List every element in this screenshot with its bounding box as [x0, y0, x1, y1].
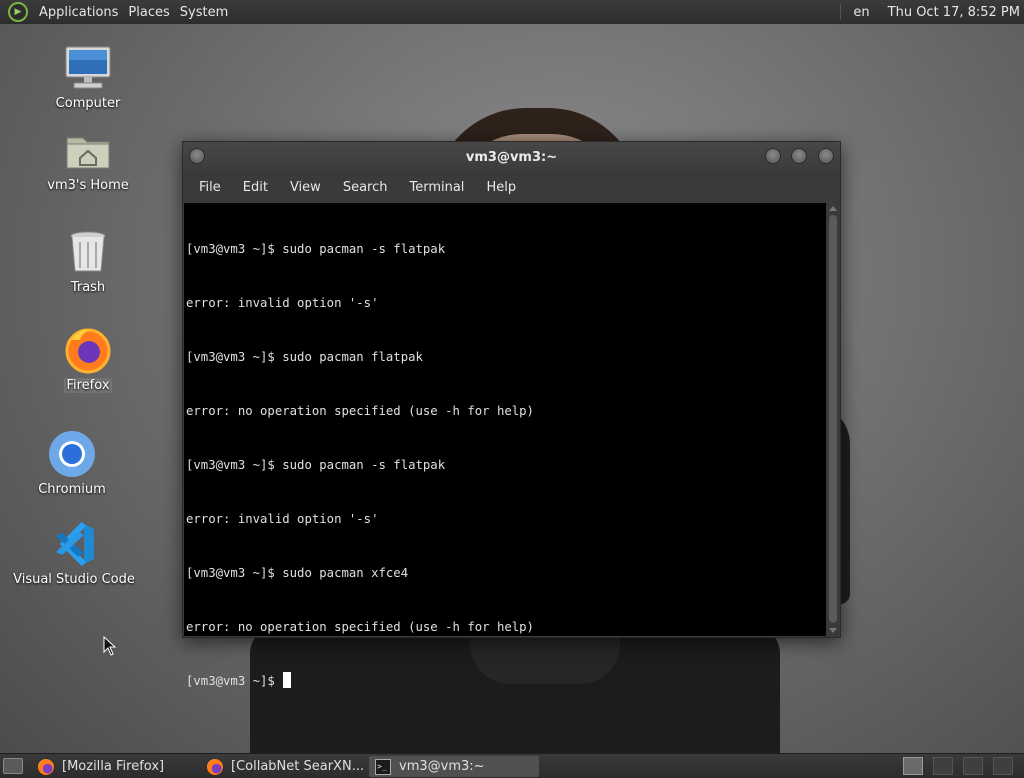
terminal-screen[interactable]: [vm3@vm3 ~]$ sudo pacman -s flatpak erro…: [184, 203, 826, 688]
terminal-icon: >_: [375, 758, 391, 775]
menu-edit[interactable]: Edit: [232, 180, 279, 195]
panel-separator: [840, 4, 842, 20]
firefox-icon: [38, 758, 54, 775]
workspace-3[interactable]: [963, 757, 983, 775]
menu-search[interactable]: Search: [332, 180, 399, 195]
top-panel: ▶ Applications Places System en Thu Oct …: [0, 0, 1024, 24]
terminal-prompt-line: [vm3@vm3 ~]$: [186, 672, 826, 690]
text-cursor: [283, 672, 292, 688]
menu-terminal[interactable]: Terminal: [398, 180, 475, 195]
terminal-line: error: no operation specified (use -h fo…: [186, 404, 534, 418]
firefox-icon: [64, 326, 112, 374]
scroll-thumb[interactable]: [829, 215, 837, 623]
terminal-scrollbar[interactable]: [826, 203, 840, 636]
show-desktop-icon[interactable]: [3, 758, 23, 774]
scroll-down-icon[interactable]: [829, 628, 837, 633]
chromium-icon: [48, 430, 96, 478]
terminal-line: [vm3@vm3 ~]$ sudo pacman -s flatpak: [186, 242, 446, 256]
window-menu-icon[interactable]: [189, 148, 205, 164]
terminal-window[interactable]: vm3@vm3:~ File Edit View Search Terminal…: [182, 141, 841, 688]
trash-icon: [64, 228, 112, 276]
terminal-line: error: invalid option '-s': [186, 296, 379, 310]
desktop-icon-vscode[interactable]: Visual Studio Code: [9, 520, 139, 587]
main-menu-icon[interactable]: ▶: [8, 2, 28, 22]
workspace-1[interactable]: [903, 757, 923, 775]
terminal-line: [vm3@vm3 ~]$ sudo pacman xfce4: [186, 566, 409, 580]
terminal-line: [vm3@vm3 ~]$ sudo pacman flatpak: [186, 350, 423, 364]
terminal-prompt: [vm3@vm3 ~]$: [186, 674, 283, 688]
maximize-button[interactable]: [791, 148, 807, 164]
menu-file[interactable]: File: [188, 180, 232, 195]
menu-applications[interactable]: Applications: [34, 5, 123, 20]
desktop-icon-chromium[interactable]: Chromium: [7, 430, 137, 497]
desktop-icon-label: Firefox: [64, 378, 112, 393]
window-title: vm3@vm3:~: [465, 149, 558, 165]
desktop-icon-label: Computer: [55, 96, 121, 111]
close-button[interactable]: [818, 148, 834, 164]
keyboard-layout-indicator[interactable]: en: [853, 5, 869, 20]
terminal-line: [vm3@vm3 ~]$ sudo pacman -s flatpak: [186, 458, 446, 472]
menu-help[interactable]: Help: [475, 180, 527, 195]
terminal-line: error: invalid option '-s': [186, 512, 379, 526]
firefox-icon: [207, 758, 223, 775]
desktop-icon-label: Trash: [70, 280, 106, 295]
desktop-icon-home[interactable]: vm3's Home: [23, 126, 153, 193]
terminal-line: error: no operation specified (use -h fo…: [186, 620, 534, 634]
menu-view[interactable]: View: [279, 180, 332, 195]
desktop-icon-label: Chromium: [38, 482, 106, 497]
taskbar-item-label: [CollabNet SearXN...: [231, 759, 365, 774]
workspace-2[interactable]: [933, 757, 953, 775]
scroll-up-icon[interactable]: [829, 206, 837, 211]
computer-icon: [64, 44, 112, 92]
clock[interactable]: Thu Oct 17, 8:52 PM: [888, 5, 1020, 20]
bottom-taskbar: [Mozilla Firefox] [CollabNet SearXN... >…: [0, 753, 1024, 778]
desktop-icon-computer[interactable]: Computer: [23, 44, 153, 111]
window-titlebar[interactable]: vm3@vm3:~: [183, 142, 840, 172]
menu-places[interactable]: Places: [123, 5, 174, 20]
terminal-menubar: File Edit View Search Terminal Help: [183, 172, 840, 202]
vscode-icon: [50, 520, 98, 568]
taskbar-item-terminal[interactable]: >_ vm3@vm3:~: [369, 756, 539, 777]
taskbar-item-searxng[interactable]: [CollabNet SearXN...: [201, 756, 367, 777]
taskbar-item-label: [Mozilla Firefox]: [62, 759, 165, 774]
desktop-icon-trash[interactable]: Trash: [23, 228, 153, 295]
desktop-icon-firefox[interactable]: Firefox: [23, 326, 153, 393]
minimize-button[interactable]: [765, 148, 781, 164]
home-folder-icon: [64, 126, 112, 174]
taskbar-item-label: vm3@vm3:~: [399, 759, 485, 774]
desktop-icon-label: Visual Studio Code: [13, 572, 135, 587]
mouse-pointer-icon: [103, 636, 117, 656]
workspace-4[interactable]: [993, 757, 1013, 775]
menu-system[interactable]: System: [175, 5, 233, 20]
desktop-icon-label: vm3's Home: [47, 178, 129, 193]
taskbar-item-firefox[interactable]: [Mozilla Firefox]: [32, 756, 198, 777]
